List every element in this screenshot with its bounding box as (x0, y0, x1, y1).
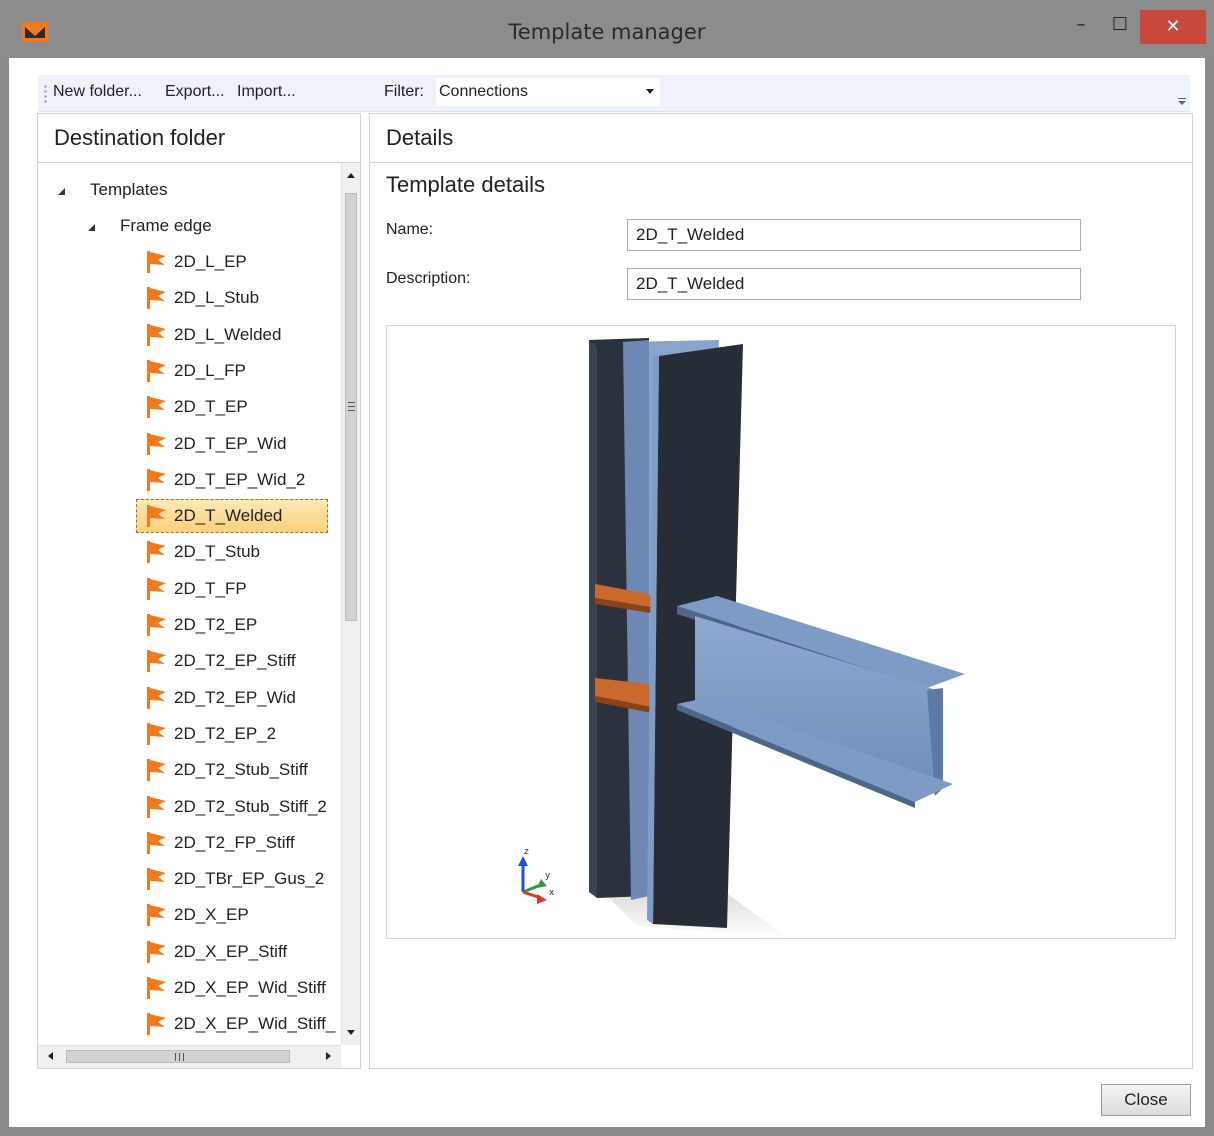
tree-item-label: 2D_T_EP_Wid_2 (174, 469, 306, 489)
details-panel: Details Template details Name: 2D_T_Weld… (369, 113, 1193, 1069)
import-button[interactable]: Import... (237, 83, 296, 101)
axis-triad-icon: z y x (518, 847, 555, 904)
tree-horizontal-scrollbar[interactable] (38, 1045, 341, 1068)
tree-node-label: Templates (90, 180, 168, 199)
minimize-button[interactable]: – (1064, 10, 1098, 44)
tree-item-label: 2D_T_Welded (174, 506, 283, 526)
collapse-triangle-icon[interactable] (88, 224, 95, 231)
close-window-button[interactable]: ✕ (1140, 10, 1206, 44)
template-flag-icon (147, 868, 166, 891)
tree-vertical-scrollbar[interactable] (341, 163, 360, 1045)
template-flag-icon (147, 323, 166, 346)
template-flag-icon (147, 432, 166, 455)
dialog-body: New folder... Export... Import... Filter… (9, 58, 1205, 1127)
tree-item-label: 2D_T_FP (174, 578, 247, 598)
collapse-triangle-icon[interactable] (58, 188, 65, 195)
axis-z-label: z (524, 847, 529, 857)
template-flag-icon (147, 831, 166, 854)
chevron-down-icon (646, 89, 654, 94)
description-label: Description: (386, 270, 471, 287)
export-button[interactable]: Export... (165, 83, 225, 101)
toolbar-grip-icon[interactable] (44, 84, 47, 104)
template-flag-icon (147, 251, 166, 273)
tree-item-label: 2D_X_EP (174, 905, 249, 925)
tree-node-label: Frame edge (120, 216, 212, 235)
window-title: Template manager (508, 20, 706, 44)
template-flag-icon (147, 1013, 166, 1036)
description-field[interactable]: 2D_T_Welded (627, 268, 1081, 300)
name-label: Name: (386, 221, 434, 238)
template-flag-icon (147, 359, 166, 382)
scroll-down-icon[interactable] (347, 1030, 355, 1035)
template-details-heading: Template details (386, 172, 545, 197)
tree-item-label: 2D_L_Stub (174, 288, 260, 308)
tree-item-label: 2D_T2_FP_Stiff (174, 832, 295, 852)
tree-item-label: 2D_T2_Stub_Stiff (174, 760, 308, 780)
tree-item-label: 2D_T2_EP_Stiff (174, 651, 296, 671)
scroll-thumb[interactable] (345, 193, 357, 621)
tree-item-label: 2D_X_EP_Wid_Stiff (174, 978, 326, 997)
tree-item-label: 2D_L_Welded (174, 324, 282, 344)
axis-x-label: x (549, 888, 555, 898)
template-flag-icon (147, 940, 166, 963)
template-flag-icon (147, 977, 166, 999)
connection-3d-preview[interactable]: z y x (386, 325, 1176, 939)
template-flag-icon (147, 650, 166, 673)
tree-item-label: 2D_T_EP (174, 397, 248, 417)
scroll-right-icon[interactable] (326, 1052, 331, 1060)
tree-item-label: 2D_L_EP (174, 252, 247, 271)
tree-item-label: 2D_TBr_EP_Gus_2 (174, 869, 325, 889)
destination-folder-panel: Destination folder Templates Frame edge … (37, 113, 361, 1069)
toolbar-overflow-icon[interactable] (1178, 98, 1186, 105)
template-flag-icon (147, 287, 166, 310)
tree-item-label: 2D_L_FP (174, 360, 246, 380)
title-bar[interactable]: Template manager – ☐ ✕ (0, 0, 1214, 58)
filter-dropdown[interactable]: Connections (436, 78, 660, 106)
template-flag-icon (147, 541, 166, 564)
template-flag-icon (147, 795, 166, 818)
filter-value: Connections (439, 83, 528, 100)
tree-item-label: 2D_T2_Stub_Stiff_2 (174, 796, 327, 816)
tree-item-label: 2D_T_Stub (174, 542, 260, 562)
template-flag-icon (147, 904, 166, 927)
tree-item-label: 2D_T_EP_Wid (174, 433, 287, 453)
template-flag-icon (147, 759, 166, 782)
template-manager-window: Template manager – ☐ ✕ New folder... Exp… (0, 0, 1214, 1136)
axis-y-label: y (545, 871, 551, 881)
template-flag-icon (147, 505, 166, 528)
destination-folder-title: Destination folder (38, 114, 360, 163)
toolbar: New folder... Export... Import... Filter… (38, 75, 1190, 112)
template-flag-icon (147, 396, 166, 419)
filter-label: Filter: (384, 83, 424, 100)
scroll-up-icon[interactable] (347, 173, 355, 178)
column-back-flange-edge (589, 340, 597, 898)
template-flag-icon (147, 686, 166, 709)
beam-column-model: z y x (518, 338, 965, 938)
template-flag-icon (147, 614, 166, 636)
tree-item-label: 2D_T2_EP_Wid (174, 687, 296, 707)
close-button[interactable]: Close (1101, 1084, 1191, 1116)
tree-item-label: 2D_X_EP_Stiff (174, 941, 288, 961)
maximize-button[interactable]: ☐ (1103, 10, 1137, 44)
template-flag-icon (147, 468, 166, 491)
horizontal-scroll-thumb[interactable] (66, 1050, 290, 1063)
folder-tree: Templates Frame edge 2D_L_EP 2D_L_Stub 2D_… (38, 163, 338, 1045)
details-title: Details (370, 114, 1192, 163)
tree-item-label: 2D_T2_EP_2 (174, 723, 277, 743)
template-flag-icon (147, 722, 166, 745)
new-folder-button[interactable]: New folder... (53, 83, 142, 101)
scroll-left-icon[interactable] (48, 1052, 53, 1060)
tree-item-label: 2D_X_EP_Wid_Stiff_ (174, 1014, 336, 1034)
template-flag-icon (147, 577, 166, 600)
name-field[interactable]: 2D_T_Welded (627, 219, 1081, 251)
tree-item-label: 2D_T2_EP (174, 615, 258, 634)
